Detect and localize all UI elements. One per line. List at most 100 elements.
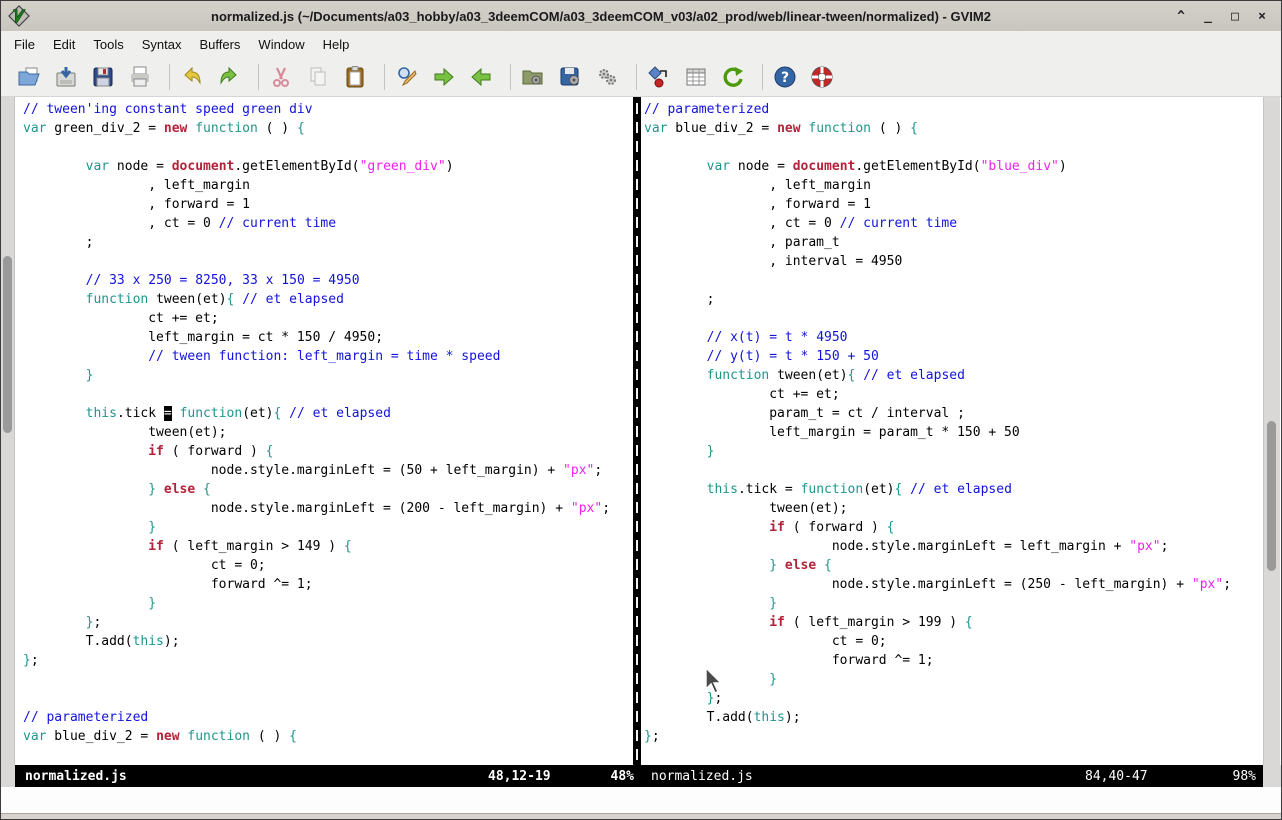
code-line: } else {: [644, 556, 1263, 575]
code-line: // 33 x 250 = 8250, 33 x 150 = 4950: [23, 271, 633, 290]
code-line: }: [644, 442, 1263, 461]
code-line: [23, 252, 633, 271]
code-line: // tween function: left_margin = time * …: [23, 347, 633, 366]
find-next-icon[interactable]: [432, 65, 456, 89]
code-line: if ( left_margin > 199 ) {: [644, 613, 1263, 632]
code-line: left_margin = ct * 150 / 4950;: [23, 328, 633, 347]
code-line: } else {: [23, 480, 633, 499]
build-tags-icon[interactable]: [721, 65, 745, 89]
code-line: function tween(et){ // et elapsed: [23, 290, 633, 309]
window-split-separator[interactable]: [633, 97, 641, 765]
menubar: File Edit Tools Syntax Buffers Window He…: [1, 31, 1281, 57]
left-editor-pane[interactable]: // tween'ing constant speed green div var…: [15, 97, 633, 765]
code-line: ct += et;: [644, 385, 1263, 404]
code-line: node.style.marginLeft = (50 + left_margi…: [23, 461, 633, 480]
find-replace-icon[interactable]: [395, 65, 419, 89]
menu-help[interactable]: Help: [314, 34, 359, 55]
right-scrollbar[interactable]: [1263, 97, 1280, 765]
code-line: // tween'ing constant speed green div: [23, 100, 633, 119]
code-line: node.style.marginLeft = (250 - left_marg…: [644, 575, 1263, 594]
code-line: [23, 385, 633, 404]
save-session-icon[interactable]: [558, 65, 582, 89]
right-status-filename: normalized.js: [651, 769, 753, 784]
find-prev-icon[interactable]: [469, 65, 493, 89]
toolbar: ?: [1, 57, 1281, 97]
make-icon[interactable]: [647, 65, 671, 89]
code-line: };: [23, 651, 633, 670]
code-line: if ( forward ) {: [644, 518, 1263, 537]
menu-buffers[interactable]: Buffers: [190, 34, 249, 55]
left-scrollbar[interactable]: [1, 97, 15, 765]
code-line: , param_t: [644, 233, 1263, 252]
vim-logo-icon: [8, 5, 30, 27]
print-icon[interactable]: [128, 65, 152, 89]
code-line: var blue_div_2 = new function ( ) {: [644, 119, 1263, 138]
equal-windows-icon[interactable]: [684, 65, 708, 89]
code-line: , interval = 4950: [644, 252, 1263, 271]
code-line: [644, 461, 1263, 480]
right-status-percent: 98%: [1233, 769, 1256, 784]
toolbar-separator: [510, 64, 511, 90]
code-line: this.tick = function(et){ // et elapsed: [644, 480, 1263, 499]
code-line: node.style.marginLeft = (200 - left_marg…: [23, 499, 633, 518]
find-help-icon[interactable]: [810, 65, 834, 89]
help-icon[interactable]: ?: [773, 65, 797, 89]
cut-icon[interactable]: [269, 65, 293, 89]
code-line: , forward = 1: [644, 195, 1263, 214]
code-line: tween(et);: [23, 423, 633, 442]
code-line: [644, 309, 1263, 328]
copy-icon[interactable]: [306, 65, 330, 89]
code-line: }: [23, 366, 633, 385]
run-script-icon[interactable]: [595, 65, 619, 89]
menu-file[interactable]: File: [5, 34, 44, 55]
left-statusline: normalized.js 48,12-19 48%: [15, 765, 641, 787]
code-line: , forward = 1: [23, 195, 633, 214]
menu-syntax[interactable]: Syntax: [133, 34, 191, 55]
open-file-icon[interactable]: [17, 65, 41, 89]
code-line: left_margin = param_t * 150 + 50: [644, 423, 1263, 442]
shade-button[interactable]: ^: [1172, 7, 1190, 25]
code-line: if ( left_margin > 149 ) {: [23, 537, 633, 556]
menu-window[interactable]: Window: [249, 34, 313, 55]
left-status-percent: 48%: [611, 769, 634, 784]
undo-icon[interactable]: [180, 65, 204, 89]
code-line: ;: [644, 290, 1263, 309]
toolbar-separator: [384, 64, 385, 90]
right-scrollbar-thumb[interactable]: [1267, 421, 1276, 571]
code-line: }: [644, 670, 1263, 689]
code-line: T.add(this);: [23, 632, 633, 651]
left-status-ruler: 48,12-19: [488, 769, 551, 784]
menu-tools[interactable]: Tools: [84, 34, 132, 55]
code-line: forward ^= 1;: [23, 575, 633, 594]
code-line: // parameterized: [23, 708, 633, 727]
code-line: [644, 271, 1263, 290]
right-status-ruler: 84,40-47: [1085, 769, 1148, 784]
code-line: if ( forward ) {: [23, 442, 633, 461]
command-line[interactable]: [1, 787, 1281, 813]
close-button[interactable]: ×: [1253, 7, 1271, 25]
maximize-button[interactable]: □: [1226, 7, 1244, 25]
code-line: };: [644, 689, 1263, 708]
window-title: normalized.js (~/Documents/a03_hobby/a03…: [30, 9, 1172, 24]
toolbar-separator: [636, 64, 637, 90]
minimize-button[interactable]: _: [1199, 7, 1217, 25]
code-line: };: [644, 727, 1263, 746]
code-line: }: [23, 594, 633, 613]
right-editor-pane[interactable]: // parameterizedvar blue_div_2 = new fun…: [641, 97, 1263, 765]
load-session-icon[interactable]: [521, 65, 545, 89]
left-scrollbar-thumb[interactable]: [3, 256, 12, 433]
save-all-icon[interactable]: [91, 65, 115, 89]
code-line: , ct = 0 // current time: [644, 214, 1263, 233]
code-line: function tween(et){ // et elapsed: [644, 366, 1263, 385]
code-line: [23, 138, 633, 157]
menu-edit[interactable]: Edit: [44, 34, 84, 55]
code-line: , ct = 0 // current time: [23, 214, 633, 233]
code-line: var node = document.getElementById("gree…: [23, 157, 633, 176]
titlebar[interactable]: normalized.js (~/Documents/a03_hobby/a03…: [1, 1, 1281, 32]
paste-icon[interactable]: [343, 65, 367, 89]
redo-icon[interactable]: [217, 65, 241, 89]
code-line: param_t = ct / interval ;: [644, 404, 1263, 423]
code-line: forward ^= 1;: [644, 651, 1263, 670]
save-file-icon[interactable]: [54, 65, 78, 89]
code-line: node.style.marginLeft = left_margin + "p…: [644, 537, 1263, 556]
